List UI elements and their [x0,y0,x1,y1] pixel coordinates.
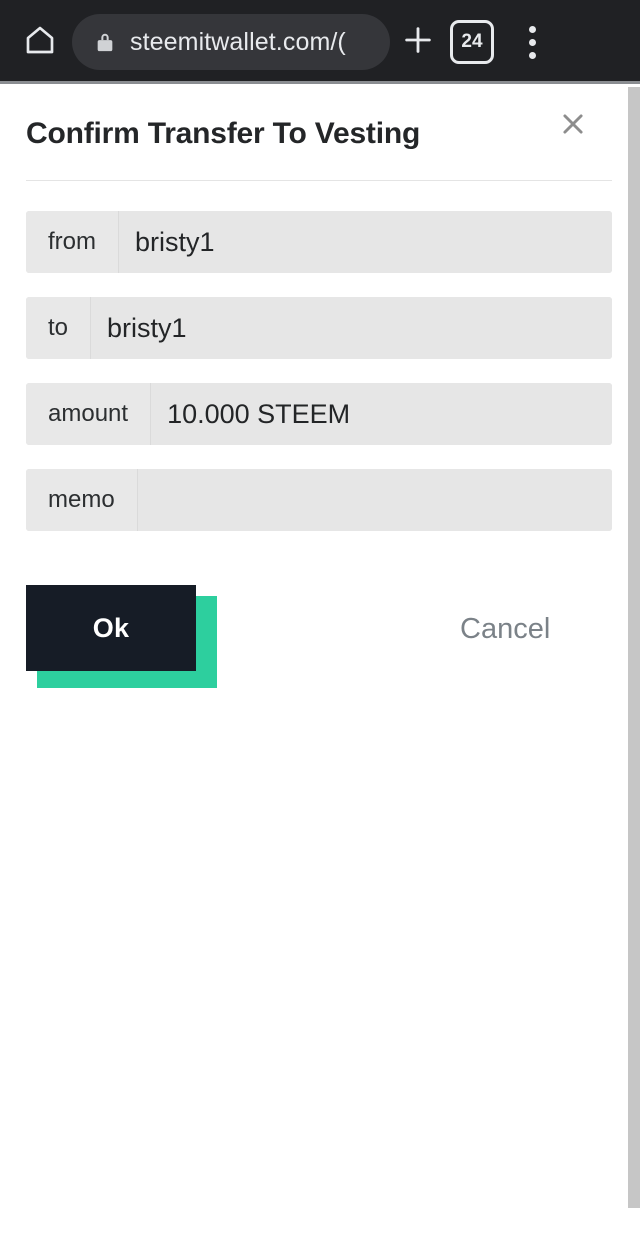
lock-icon [94,30,116,54]
ok-button-wrapper: Ok [26,585,217,688]
field-value-to: bristy1 [91,297,612,359]
close-x-icon [558,109,588,144]
three-dot-menu-icon-dot2 [528,38,536,46]
field-value-amount: 10.000 STEEM [151,383,612,445]
field-row-amount: amount 10.000 STEEM [26,383,612,445]
field-label-to: to [26,297,92,359]
three-dot-menu-icon-dot3 [528,51,536,59]
close-button[interactable] [553,106,593,146]
address-bar-url: steemitwallet.com/( [130,27,346,56]
new-tab-button[interactable] [396,20,440,64]
field-row-memo: memo [26,469,612,531]
field-label-from: from [26,211,119,273]
field-label-amount: amount [26,383,152,445]
field-label-memo: memo [26,469,138,531]
tab-count-label: 24 [461,31,483,52]
home-button[interactable] [18,20,62,64]
field-row-to: to bristy1 [26,297,612,359]
three-dot-menu-icon [528,25,536,33]
browser-menu-button[interactable] [510,20,554,64]
dialog-actions: Ok Cancel [26,585,612,695]
home-icon [24,24,56,61]
address-bar[interactable]: steemitwallet.com/( [72,14,390,70]
page-content: Confirm Transfer To Vesting from bristy1… [0,87,640,1242]
transfer-details-list: from bristy1 to bristy1 amount 10.000 ST… [26,181,612,531]
scrollbar-thumb[interactable] [628,87,640,1208]
dialog-header: Confirm Transfer To Vesting [26,87,602,180]
ok-button[interactable]: Ok [26,585,196,671]
field-value-from: bristy1 [119,211,612,273]
page-title: Confirm Transfer To Vesting [26,116,421,150]
tab-switcher-button[interactable]: 24 [450,20,494,64]
confirm-transfer-dialog: Confirm Transfer To Vesting from bristy1… [0,87,628,695]
field-value-memo [137,469,612,531]
cancel-button[interactable]: Cancel [456,607,554,652]
browser-toolbar: steemitwallet.com/( 24 [0,0,640,84]
plus-icon [401,23,435,62]
field-row-from: from bristy1 [26,211,612,273]
